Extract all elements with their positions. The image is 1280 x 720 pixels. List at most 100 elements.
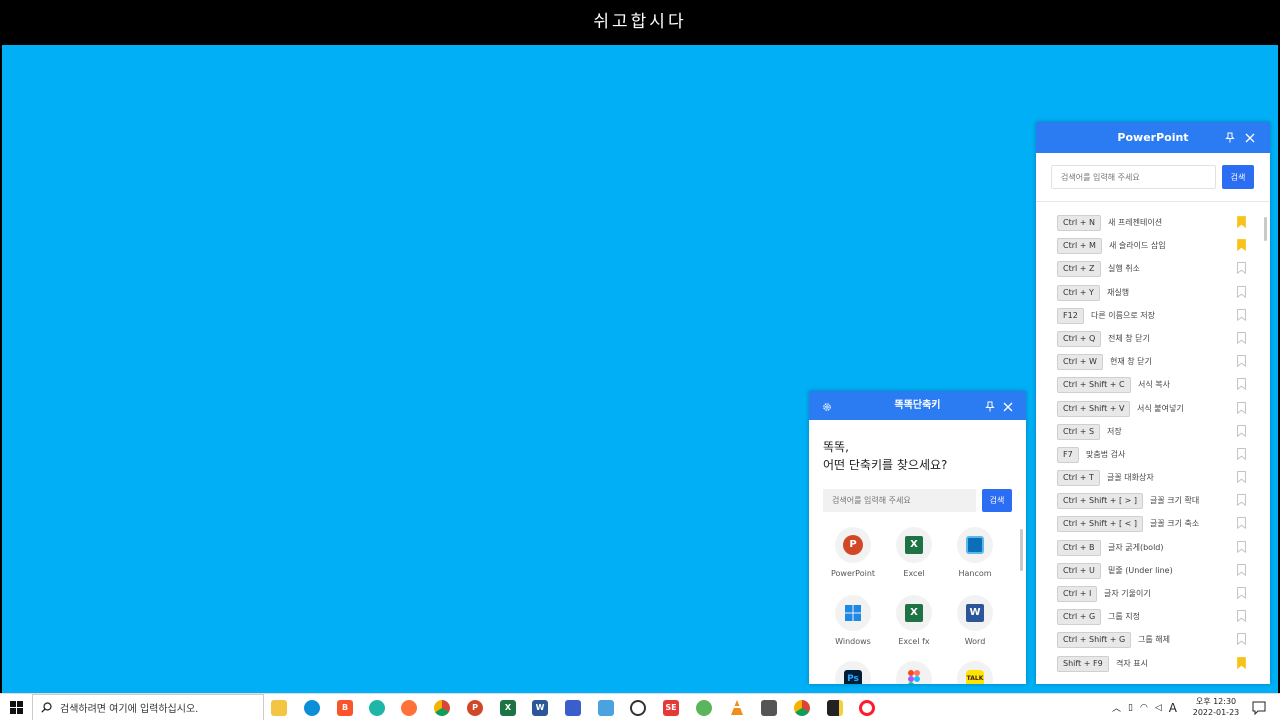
app-tile-powerpoint[interactable]: P PowerPoint [823,527,883,578]
app-tile-excel[interactable]: X Excel [884,527,944,578]
close-icon[interactable] [1242,122,1258,153]
green-app-icon[interactable] [693,697,715,718]
shortcut-row[interactable]: Ctrl + Q 전체 창 닫기 [1057,329,1247,352]
search-input[interactable] [1051,165,1216,189]
scrollbar[interactable] [1264,217,1267,241]
shortcut-key: Ctrl + B [1057,539,1101,556]
close-icon[interactable] [1000,391,1016,422]
remote-desktop-icon[interactable] [595,697,617,718]
bookmark-icon[interactable] [1237,471,1246,484]
bookmark-icon[interactable] [1237,216,1246,228]
chrome-alt-icon[interactable] [791,697,813,718]
bookmark-icon[interactable] [1237,262,1246,275]
firefox-icon[interactable] [398,697,420,718]
bookmark-icon[interactable] [1237,563,1246,576]
battery-icon[interactable]: ▯ [1128,703,1133,713]
bookmark-icon[interactable] [1237,517,1246,530]
shortcut-row[interactable]: Ctrl + Y 재실행 [1057,283,1247,306]
search-button[interactable]: 검색 [982,489,1012,512]
bookmark-icon[interactable] [1237,355,1246,368]
calculator-icon[interactable] [758,697,780,718]
app-tile-kakaotalk[interactable]: TALK [945,661,1005,684]
bookmark-icon[interactable] [1237,633,1246,646]
powerpoint-icon[interactable]: P [464,697,486,718]
pin-icon[interactable] [1222,122,1238,153]
shortcut-row[interactable]: F12 다른 이름으로 저장 [1057,306,1247,329]
vlc-icon[interactable] [726,697,748,718]
chevron-up-icon[interactable]: ︿ [1112,701,1121,714]
bookmark-icon[interactable] [1237,378,1246,391]
app-tile-figma[interactable] [884,661,944,684]
shortcut-row[interactable]: Ctrl + U 밑줄 (Under line) [1057,561,1247,584]
shortcut-row[interactable]: F7 맞춤법 검사 [1057,445,1247,468]
shortcut-row[interactable]: Ctrl + W 현재 창 닫기 [1057,352,1247,375]
shortcut-row[interactable]: Ctrl + I 글자 기울이기 [1057,584,1247,607]
se-app-icon[interactable]: SE [660,697,682,718]
shortcut-row[interactable]: Ctrl + Z 실행 취소 [1057,259,1247,282]
bookmark-icon[interactable] [1237,308,1246,321]
shortcut-row[interactable]: Ctrl + B 글자 굵게(bold) [1057,538,1247,561]
magnifier-icon[interactable] [627,697,649,718]
greeting-line-2: 어떤 단축키를 찾으세요? [823,458,948,472]
hancom-icon [957,527,993,563]
bookmark-icon[interactable] [1237,401,1246,414]
search-button[interactable]: 검색 [1222,165,1254,189]
notification-icon[interactable] [1252,700,1266,716]
shortcut-description: 새 슬라이드 삽입 [1109,241,1166,251]
shortcut-row[interactable]: Ctrl + M 새 슬라이드 삽입 [1057,236,1247,259]
scrollbar[interactable] [1020,529,1023,571]
shortcut-row[interactable]: Ctrl + Shift + C 서식 복사 [1057,375,1247,398]
pin-icon[interactable] [982,391,998,422]
shortcut-key: Ctrl + U [1057,562,1101,579]
ime-indicator[interactable]: A [1169,701,1177,715]
brave-icon[interactable]: B [334,697,356,718]
shortcut-row[interactable]: Shift + F9 격자 표시 [1057,654,1247,677]
shortcut-row[interactable]: Ctrl + S 저장 [1057,422,1247,445]
shortcut-key: Ctrl + T [1057,470,1100,487]
app-label: Excel fx [898,637,930,646]
bookmark-icon[interactable] [1237,448,1246,460]
panel-header: 똑똑단축키 [809,391,1026,420]
volume-icon[interactable]: ◁ [1155,703,1162,713]
opera-icon[interactable] [856,697,878,718]
chrome-icon[interactable] [431,697,453,718]
excel-icon[interactable]: X [497,697,519,718]
bookmark-icon[interactable] [1237,587,1246,599]
wifi-icon[interactable]: ◠ [1140,703,1148,713]
bookmark-icon[interactable] [1237,656,1246,669]
word-icon[interactable]: W [529,697,551,718]
shortcut-key: Ctrl + Y [1057,284,1100,301]
file-explorer-icon[interactable] [268,697,290,718]
whale-icon[interactable] [366,697,388,718]
calendar-app-icon[interactable] [562,697,584,718]
shortcut-row[interactable]: Ctrl + Shift + [ < ] 글꼴 크기 축소 [1057,514,1247,537]
shortcut-row[interactable]: Ctrl + T 글꼴 대화상자 [1057,468,1247,491]
app-tile-windows[interactable]: Windows [823,595,883,646]
search-input[interactable] [823,489,976,512]
shortcut-description: 글꼴 대화상자 [1107,473,1154,483]
sticky-notes-icon[interactable] [824,697,846,718]
taskbar-search[interactable]: 검색하려면 여기에 입력하십시오. [32,694,264,720]
app-tile-photoshop[interactable]: Ps [823,661,883,684]
shortcut-description: 격자 표시 [1116,658,1148,668]
start-button[interactable] [0,694,32,720]
screen-banner: 쉬고합시다 [0,0,1280,45]
app-tile-hancom[interactable]: Hancom [945,527,1005,578]
bookmark-icon[interactable] [1237,540,1246,553]
bookmark-icon[interactable] [1237,424,1246,437]
divider [1036,201,1270,202]
bookmark-icon[interactable] [1237,285,1246,298]
clock[interactable]: 오후 12:30 2022-01-23 [1190,696,1242,718]
shortcut-row[interactable]: Ctrl + Shift + G 그룹 해제 [1057,630,1247,653]
shortcut-row[interactable]: Ctrl + G 그룹 지정 [1057,607,1247,630]
bookmark-icon[interactable] [1237,332,1246,344]
shortcut-row[interactable]: Ctrl + Shift + [ > ] 글꼴 크기 확대 [1057,491,1247,514]
bookmark-icon[interactable] [1237,239,1246,252]
bookmark-icon[interactable] [1237,494,1246,507]
edge-icon[interactable] [301,697,323,718]
app-tile-excel-fx[interactable]: X Excel fx [884,595,944,646]
shortcut-row[interactable]: Ctrl + N 새 프레젠테이션 [1057,213,1247,236]
shortcut-row[interactable]: Ctrl + Shift + V 서식 붙여넣기 [1057,399,1247,422]
app-tile-word[interactable]: W Word [945,595,1005,646]
bookmark-icon[interactable] [1237,610,1246,623]
